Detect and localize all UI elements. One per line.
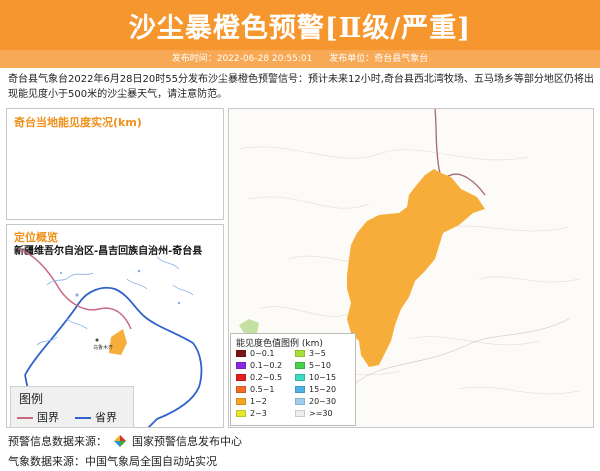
weather-data-source: 气象数据来源：中国气象局全国自动站实况	[8, 453, 217, 469]
vis-legend-swatch	[236, 386, 246, 393]
legend-item-provincial-border: 省界	[75, 409, 117, 425]
vis-legend-label: 0.2~0.5	[250, 373, 283, 382]
source-label: 预警信息数据来源：	[8, 435, 107, 448]
vis-legend-swatch	[236, 398, 246, 405]
vis-legend-swatch	[295, 374, 305, 381]
vis-legend-item: 15~20	[295, 385, 336, 394]
vis-legend-item: 1~2	[236, 397, 267, 406]
vis-legend-item: 0.5~1	[236, 385, 275, 394]
vis-legend-label: 2~3	[250, 409, 267, 418]
boundary-legend: 图例 国界 省界	[10, 386, 134, 428]
vis-legend-label: 0.5~1	[250, 385, 275, 394]
weather-label: 气象数据来源：	[8, 455, 85, 468]
vis-legend-item: 20~30	[295, 397, 336, 406]
legend-item-label: 省界	[95, 411, 117, 424]
vis-legend-label: 3~5	[309, 349, 326, 358]
source-link[interactable]: 国家预警信息发布中心	[132, 435, 242, 448]
vis-legend-item: 2~3	[236, 409, 267, 418]
legend-title: 图例	[19, 392, 44, 406]
vis-legend-swatch	[295, 410, 305, 417]
national-border-swatch	[17, 417, 33, 419]
visibility-legend-title: 能见度色值图例 (km)	[236, 339, 323, 349]
vis-legend-item: 5~10	[295, 361, 331, 370]
page-title: 沙尘暴橙色预警[Ⅱ级/严重]	[128, 13, 472, 44]
vis-legend-swatch	[295, 386, 305, 393]
vis-legend-label: 10~15	[309, 373, 337, 382]
lakes	[59, 269, 181, 305]
vis-legend-label: 5~10	[309, 361, 331, 370]
legend-item-national-border: 国界	[17, 409, 59, 425]
weather-source: 中国气象局全国自动站实况	[85, 455, 217, 468]
vis-legend-swatch	[295, 362, 305, 369]
warning-data-source: 预警信息数据来源： 国家预警信息发布中心	[8, 433, 242, 449]
city-label-urumqi: 乌鲁木齐	[93, 344, 113, 351]
vis-legend-swatch	[236, 410, 246, 417]
vis-legend-item: >=30	[295, 409, 333, 418]
publish-time: 发布时间：2022-06-28 20:55:01	[171, 54, 313, 64]
warning-banner: 沙尘暴橙色预警[Ⅱ级/严重]	[0, 0, 600, 50]
visibility-panel: 奇台当地能见度实况(km)	[6, 108, 224, 220]
warning-description: 奇台县气象台2022年6月28日20时55分发布沙尘暴橙色预警信号：预计未来12…	[8, 74, 594, 100]
vis-legend-label: 0.1~0.2	[250, 361, 283, 370]
vis-legend-label: 15~20	[309, 385, 337, 394]
warning-center-logo-icon	[113, 435, 126, 447]
publish-unit: 发布单位：奇台县气象台	[329, 54, 429, 64]
vis-legend-swatch	[236, 374, 246, 381]
qitai-county-highlight	[109, 329, 127, 355]
vis-legend-swatch	[295, 398, 305, 405]
visibility-panel-title: 奇台当地能见度实况(km)	[14, 116, 142, 129]
legend-item-label: 国界	[37, 411, 59, 424]
vis-legend-item: 0.2~0.5	[236, 373, 282, 382]
vis-legend-item: 0.1~0.2	[236, 361, 282, 370]
vis-legend-swatch	[295, 350, 305, 357]
vis-legend-swatch	[236, 350, 246, 357]
vis-legend-item: 3~5	[295, 349, 326, 358]
publish-meta-bar: 发布时间：2022-06-28 20:55:01 发布单位：奇台县气象台	[0, 50, 600, 68]
vis-legend-label: 20~30	[309, 397, 337, 406]
vis-legend-swatch	[236, 362, 246, 369]
provincial-border-swatch	[75, 417, 91, 419]
visibility-color-legend: 能见度色值图例 (km) 0~0.1 0.1~0.2 0.2~0.5 0.5~1…	[230, 333, 356, 426]
vis-legend-label: 0~0.1	[250, 349, 275, 358]
vis-legend-label: >=30	[309, 409, 333, 418]
vis-legend-label: 1~2	[250, 397, 267, 406]
vis-legend-item: 0~0.1	[236, 349, 275, 358]
vis-legend-item: 10~15	[295, 373, 336, 382]
